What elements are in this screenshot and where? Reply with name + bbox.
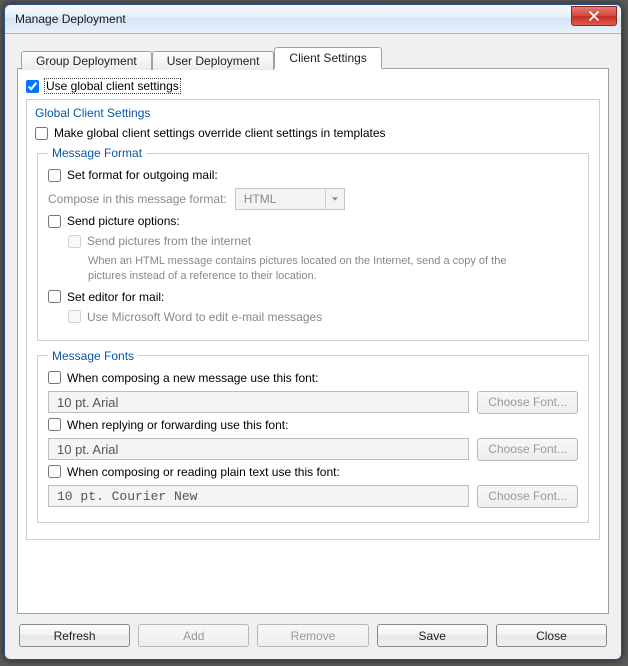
remove-button: Remove bbox=[257, 624, 368, 647]
compose-format-select[interactable]: HTML bbox=[235, 188, 345, 210]
global-client-settings-title: Global Client Settings bbox=[35, 106, 591, 120]
set-format-checkbox[interactable] bbox=[48, 169, 61, 182]
send-picture-options-checkbox[interactable] bbox=[48, 215, 61, 228]
reply-font-label: When replying or forwarding use this fon… bbox=[67, 418, 288, 432]
send-picture-options-label: Send picture options: bbox=[67, 214, 180, 228]
set-format-label: Set format for outgoing mail: bbox=[67, 168, 218, 182]
override-templates-label: Make global client settings override cli… bbox=[54, 126, 386, 140]
override-templates-checkbox[interactable] bbox=[35, 127, 48, 140]
send-from-internet-label: Send pictures from the internet bbox=[87, 234, 251, 248]
save-button[interactable]: Save bbox=[377, 624, 488, 647]
refresh-button[interactable]: Refresh bbox=[19, 624, 130, 647]
chevron-down-icon bbox=[325, 189, 344, 209]
dialog-window: Manage Deployment Group Deployment User … bbox=[4, 4, 622, 660]
titlebar[interactable]: Manage Deployment bbox=[5, 5, 621, 34]
send-picture-hint: When an HTML message contains pictures l… bbox=[88, 254, 508, 284]
client-area: Group Deployment User Deployment Client … bbox=[5, 34, 621, 659]
compose-choose-font-button: Choose Font... bbox=[477, 391, 578, 414]
use-global-label: Use global client settings bbox=[45, 79, 180, 93]
tabstrip: Group Deployment User Deployment Client … bbox=[17, 44, 609, 68]
message-fonts-group: Message Fonts When composing a new messa… bbox=[37, 349, 589, 523]
close-button[interactable]: Close bbox=[496, 624, 607, 647]
use-word-label: Use Microsoft Word to edit e-mail messag… bbox=[87, 310, 322, 324]
global-client-settings-section: Global Client Settings Make global clien… bbox=[26, 99, 600, 540]
close-icon[interactable] bbox=[571, 6, 617, 26]
plain-font-display: 10 pt. Courier New bbox=[48, 485, 469, 507]
use-global-checkbox[interactable] bbox=[26, 80, 39, 93]
compose-format-label: Compose in this message format: bbox=[48, 192, 227, 206]
plain-font-label: When composing or reading plain text use… bbox=[67, 465, 340, 479]
set-editor-checkbox[interactable] bbox=[48, 290, 61, 303]
dialog-footer: Refresh Add Remove Save Close bbox=[17, 614, 609, 649]
message-format-group: Message Format Set format for outgoing m… bbox=[37, 146, 589, 341]
message-fonts-legend: Message Fonts bbox=[48, 349, 138, 363]
reply-font-display: 10 pt. Arial bbox=[48, 438, 469, 460]
reply-font-checkbox[interactable] bbox=[48, 418, 61, 431]
compose-format-value: HTML bbox=[236, 189, 325, 209]
compose-font-checkbox[interactable] bbox=[48, 371, 61, 384]
plain-choose-font-button: Choose Font... bbox=[477, 485, 578, 508]
tab-user-deployment[interactable]: User Deployment bbox=[152, 51, 275, 70]
send-from-internet-checkbox bbox=[68, 235, 81, 248]
set-editor-label: Set editor for mail: bbox=[67, 290, 164, 304]
reply-choose-font-button: Choose Font... bbox=[477, 438, 578, 461]
add-button: Add bbox=[138, 624, 249, 647]
window-title: Manage Deployment bbox=[15, 12, 571, 26]
message-format-legend: Message Format bbox=[48, 146, 146, 160]
use-word-checkbox bbox=[68, 310, 81, 323]
compose-font-display: 10 pt. Arial bbox=[48, 391, 469, 413]
tab-client-settings[interactable]: Client Settings bbox=[274, 47, 381, 69]
tab-group-deployment[interactable]: Group Deployment bbox=[21, 51, 152, 70]
tab-panel-client-settings: Use global client settings Global Client… bbox=[17, 68, 609, 614]
plain-font-checkbox[interactable] bbox=[48, 465, 61, 478]
compose-font-label: When composing a new message use this fo… bbox=[67, 371, 318, 385]
